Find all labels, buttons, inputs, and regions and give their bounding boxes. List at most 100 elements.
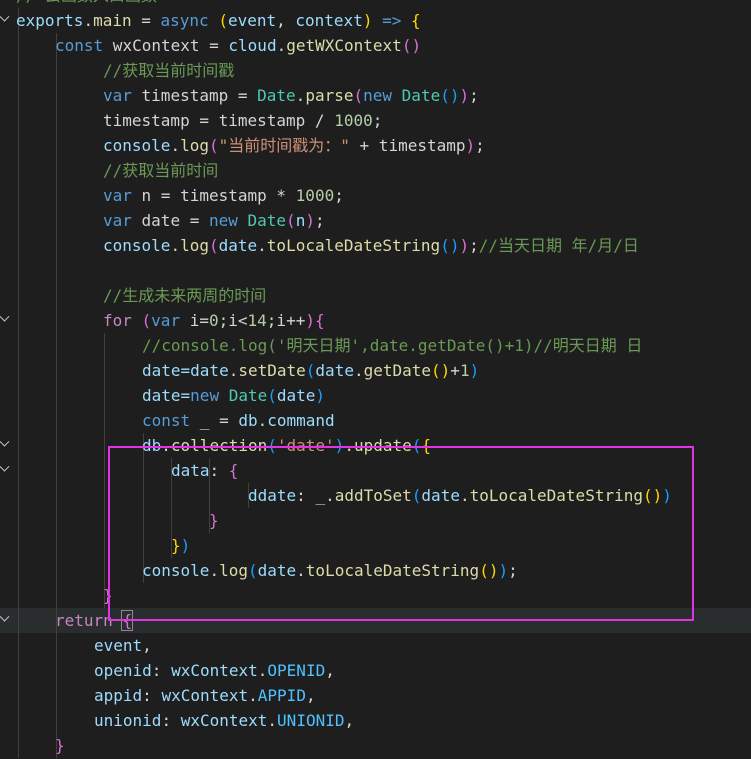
code-token: const <box>55 36 104 55</box>
code-token: () <box>401 36 422 55</box>
code-token: ) <box>334 436 345 455</box>
code-token: console <box>103 236 171 255</box>
fold-chevron-icon[interactable] <box>1 16 9 24</box>
code-token: ;i++ <box>266 311 306 330</box>
code-token: } <box>103 586 113 605</box>
code-token: _ = <box>190 411 239 430</box>
fold-chevron-icon[interactable] <box>1 466 9 474</box>
code-token: , <box>325 661 335 680</box>
code-line[interactable]: date=new Date(date) <box>0 383 751 408</box>
code-line[interactable]: data: { <box>0 458 751 483</box>
code-token: } <box>171 536 181 555</box>
code-line[interactable]: date=date.setDate(date.getDate()+1) <box>0 358 751 383</box>
code-token: toLocaleDateString <box>469 486 643 505</box>
code-token: ( <box>286 211 296 230</box>
code-line[interactable]: var date = new Date(n); <box>0 208 751 233</box>
code-token: APPID <box>257 686 306 705</box>
code-token: . <box>459 486 470 505</box>
code-token: getWXContext <box>286 36 402 55</box>
code-token: "当前时间戳为：" <box>218 136 350 155</box>
code-line[interactable]: }) <box>0 533 751 558</box>
code-token: . <box>325 486 335 505</box>
code-line[interactable]: var n = timestamp * 1000; <box>0 183 751 208</box>
code-line[interactable]: console.log(date.toLocaleDateString()); <box>0 558 751 583</box>
code-token: = <box>131 11 161 30</box>
code-token: Date <box>257 86 296 105</box>
code-token: : <box>296 486 316 505</box>
code-line[interactable]: event, <box>0 633 751 658</box>
code-line[interactable]: return { <box>0 608 751 633</box>
code-token: . <box>228 361 239 380</box>
code-token: wxContext <box>161 686 249 705</box>
code-token: , <box>142 636 152 655</box>
code-line[interactable]: for (var i=0;i<14;i++){ <box>0 308 751 333</box>
fold-chevron-icon[interactable] <box>1 316 9 324</box>
code-token: db <box>142 436 162 455</box>
code-token: ( <box>305 361 316 380</box>
code-editor[interactable]: return { // 云函数入口函数 exports.main = async … <box>0 0 751 759</box>
code-line[interactable]: } <box>0 508 751 533</box>
code-line[interactable]: //console.log('明天日期',date.getDate()+1)//… <box>0 333 751 358</box>
code-line[interactable]: } <box>0 733 751 758</box>
code-line[interactable] <box>0 258 751 283</box>
code-line[interactable]: ddate: _.addToSet(date.toLocaleDateStrin… <box>0 483 751 508</box>
code-token: timestamp = timestamp / <box>103 111 335 130</box>
code-line[interactable]: db.collection('date').update({ <box>0 433 751 458</box>
code-token: ) <box>662 486 672 505</box>
code-token: . <box>161 436 171 455</box>
fold-chevron-icon[interactable] <box>1 616 9 624</box>
code-token: ( <box>353 86 364 105</box>
code-token: 14 <box>247 311 267 330</box>
code-token: . <box>344 436 354 455</box>
code-token: addToSet <box>334 486 412 505</box>
code-token: () <box>440 86 460 105</box>
code-token: wxContext <box>180 711 268 730</box>
code-token: : <box>161 711 181 730</box>
code-line[interactable]: exports.main = async (event, context) =>… <box>0 8 751 33</box>
code-line[interactable]: // 云函数入口函数 <box>0 0 751 8</box>
code-line[interactable]: timestamp = timestamp / 1000; <box>0 108 751 133</box>
code-line[interactable]: const wxContext = cloud.getWXContext() <box>0 33 751 58</box>
code-token: } <box>209 511 219 530</box>
code-token: var <box>103 186 132 205</box>
code-token: + timestamp <box>349 136 466 155</box>
code-token: ; <box>475 136 485 155</box>
code-token: { <box>421 436 432 455</box>
code-token: ; <box>469 236 479 255</box>
code-line[interactable]: console.log(date.toLocaleDateString());/… <box>0 233 751 258</box>
code-token: log <box>219 561 248 580</box>
code-line[interactable]: appid: wxContext.APPID, <box>0 683 751 708</box>
code-token: date <box>218 236 258 255</box>
code-line[interactable]: } <box>0 583 751 608</box>
code-token: ( <box>131 311 152 330</box>
code-line[interactable]: //生成未来两周的时间 <box>0 283 751 308</box>
code-line[interactable]: openid: wxContext.OPENID, <box>0 658 751 683</box>
code-token: new <box>208 211 238 230</box>
code-token: for <box>103 311 132 330</box>
code-token: date <box>257 561 297 580</box>
code-token: return <box>55 611 113 630</box>
fold-chevron-icon[interactable] <box>1 441 9 449</box>
code-token: . <box>353 361 364 380</box>
code-line[interactable]: console.log("当前时间戳为：" + timestamp); <box>0 133 751 158</box>
code-line[interactable]: const _ = db.command <box>0 408 751 433</box>
code-token: } <box>55 736 65 755</box>
code-line[interactable]: //获取当前时间 <box>0 158 751 183</box>
code-token: exports <box>16 11 84 30</box>
code-token: ; <box>469 86 479 105</box>
code-token: openid <box>94 661 152 680</box>
code-token: ) <box>180 536 191 555</box>
code-token: () <box>431 361 451 380</box>
code-token: toLocaleDateString <box>305 561 480 580</box>
code-line[interactable]: unionid: wxContext.UNIONID, <box>0 708 751 733</box>
code-token: ) <box>459 236 470 255</box>
code-line[interactable]: //获取当前时间戳 <box>0 58 751 83</box>
code-token: main <box>93 11 132 30</box>
code-token: async <box>160 11 209 30</box>
code-token: console <box>103 136 171 155</box>
code-token: ( <box>411 486 422 505</box>
code-token: wxContext = <box>103 36 229 55</box>
code-line[interactable]: var timestamp = Date.parse(new Date()); <box>0 83 751 108</box>
code-token: date <box>315 361 354 380</box>
